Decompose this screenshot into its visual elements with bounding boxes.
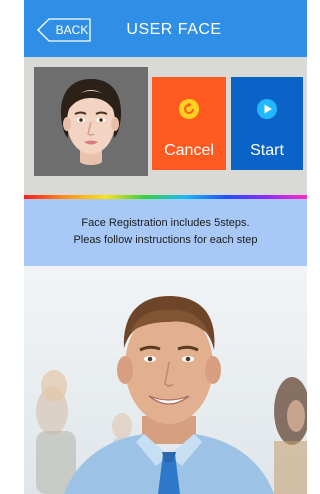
cancel-label: Cancel xyxy=(164,142,214,159)
face-panel: Cancel Start xyxy=(24,57,307,195)
back-label: BACK xyxy=(55,23,89,37)
info-text: Face Registration includes 5steps. Pleas… xyxy=(24,215,307,249)
app-frame: BACK USER FACE Cancel Start Face Registr… xyxy=(24,0,307,494)
start-button[interactable]: Start xyxy=(231,77,303,170)
start-label: Start xyxy=(250,142,284,159)
page-title: USER FACE xyxy=(126,21,222,38)
face-illustration-icon xyxy=(60,79,122,165)
smiling-man-image xyxy=(36,296,307,494)
info-line-2: Pleas follow instructions for each step xyxy=(73,234,258,246)
face-preview xyxy=(34,67,148,176)
info-line-1: Face Registration includes 5steps. xyxy=(81,217,250,229)
back-button[interactable]: BACK xyxy=(37,18,92,42)
play-icon xyxy=(257,99,277,119)
sample-face-photo xyxy=(24,266,307,494)
cancel-button[interactable]: Cancel xyxy=(152,77,226,170)
header-bar: BACK USER FACE xyxy=(24,0,307,57)
undo-icon xyxy=(179,99,199,119)
screen: BACK USER FACE Cancel Start Face Registr… xyxy=(0,0,316,494)
info-banner: Face Registration includes 5steps. Pleas… xyxy=(24,199,307,266)
